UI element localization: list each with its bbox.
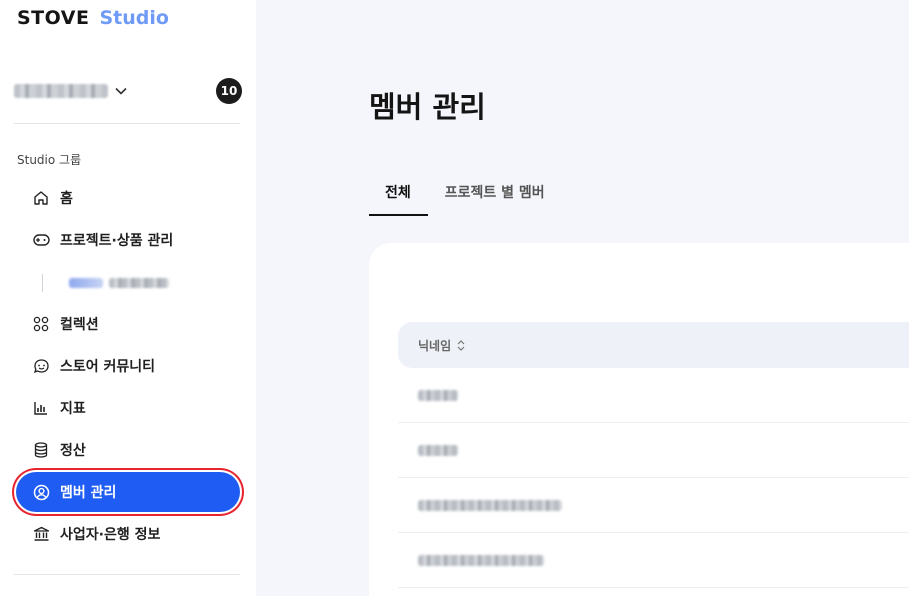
sidebar-item-label: 지표	[60, 401, 86, 417]
project-tag-redacted	[69, 278, 103, 288]
bank-icon	[32, 525, 50, 543]
nickname-redacted	[418, 554, 544, 566]
chevron-down-icon	[114, 84, 128, 98]
sidebar-subitem-project[interactable]	[42, 268, 169, 298]
sidebar-item-label: 사업자·은행 정보	[60, 527, 161, 543]
sidebar-item-collection[interactable]: 컬렉션	[16, 304, 240, 344]
sidebar-item-store-community[interactable]: 스토어 커뮤니티	[16, 346, 240, 386]
org-selector[interactable]: 10	[14, 78, 242, 104]
project-name-redacted	[109, 278, 169, 288]
divider	[14, 574, 240, 575]
column-header-nickname[interactable]: 닉네임	[418, 337, 451, 354]
notification-badge[interactable]: 10	[216, 78, 242, 104]
table-row[interactable]	[398, 478, 909, 533]
tab-all[interactable]: 전체	[369, 176, 428, 216]
table-row[interactable]	[398, 533, 909, 588]
sidebar-item-home[interactable]: 홈	[16, 178, 240, 218]
sidebar-item-label: 컬렉션	[60, 317, 99, 333]
org-name-redacted	[14, 84, 108, 98]
sidebar-item-projects[interactable]: 프로젝트·상품 관리	[16, 220, 240, 260]
brand-stove: STOVE	[17, 7, 90, 29]
main-content: 멤버 관리 전체 프로젝트 별 멤버 닉네임	[256, 0, 909, 596]
community-icon	[32, 357, 50, 375]
page-title: 멤버 관리	[369, 90, 486, 124]
tab-members-by-project[interactable]: 프로젝트 별 멤버	[428, 176, 562, 216]
divider	[14, 123, 240, 124]
collection-icon	[32, 315, 50, 333]
sidebar: STOVE Studio 10 Studio 그룹 홈 프로젝트·상품 관리 컬…	[0, 0, 256, 596]
gamepad-icon	[32, 231, 50, 249]
sidebar-item-business-bank-info[interactable]: 사업자·은행 정보	[16, 514, 240, 554]
group-label: Studio 그룹	[17, 153, 82, 167]
sidebar-item-metrics[interactable]: 지표	[16, 388, 240, 428]
members-card: 닉네임	[369, 243, 909, 596]
tree-line	[42, 274, 43, 292]
nickname-redacted	[418, 444, 458, 456]
tab-bar: 전체 프로젝트 별 멤버	[369, 176, 562, 216]
user-circle-icon	[32, 483, 50, 501]
sidebar-item-label: 정산	[60, 443, 86, 459]
nickname-redacted	[418, 499, 562, 511]
sidebar-item-label: 스토어 커뮤니티	[60, 359, 156, 375]
table-header: 닉네임	[398, 322, 909, 368]
table-row[interactable]	[398, 368, 909, 423]
nickname-redacted	[418, 389, 458, 401]
sidebar-item-label: 프로젝트·상품 관리	[60, 233, 174, 249]
sidebar-item-label: 멤버 관리	[60, 485, 117, 501]
chart-icon	[32, 399, 50, 417]
sidebar-item-settlement[interactable]: 정산	[16, 430, 240, 470]
sidebar-item-label: 홈	[60, 191, 73, 207]
sort-icon[interactable]	[457, 339, 467, 351]
home-icon	[32, 189, 50, 207]
table-row[interactable]	[398, 423, 909, 478]
sidebar-item-member-management[interactable]: 멤버 관리	[16, 472, 240, 512]
brand-logo[interactable]: STOVE Studio	[17, 7, 169, 29]
brand-studio: Studio	[99, 7, 169, 29]
database-icon	[32, 441, 50, 459]
